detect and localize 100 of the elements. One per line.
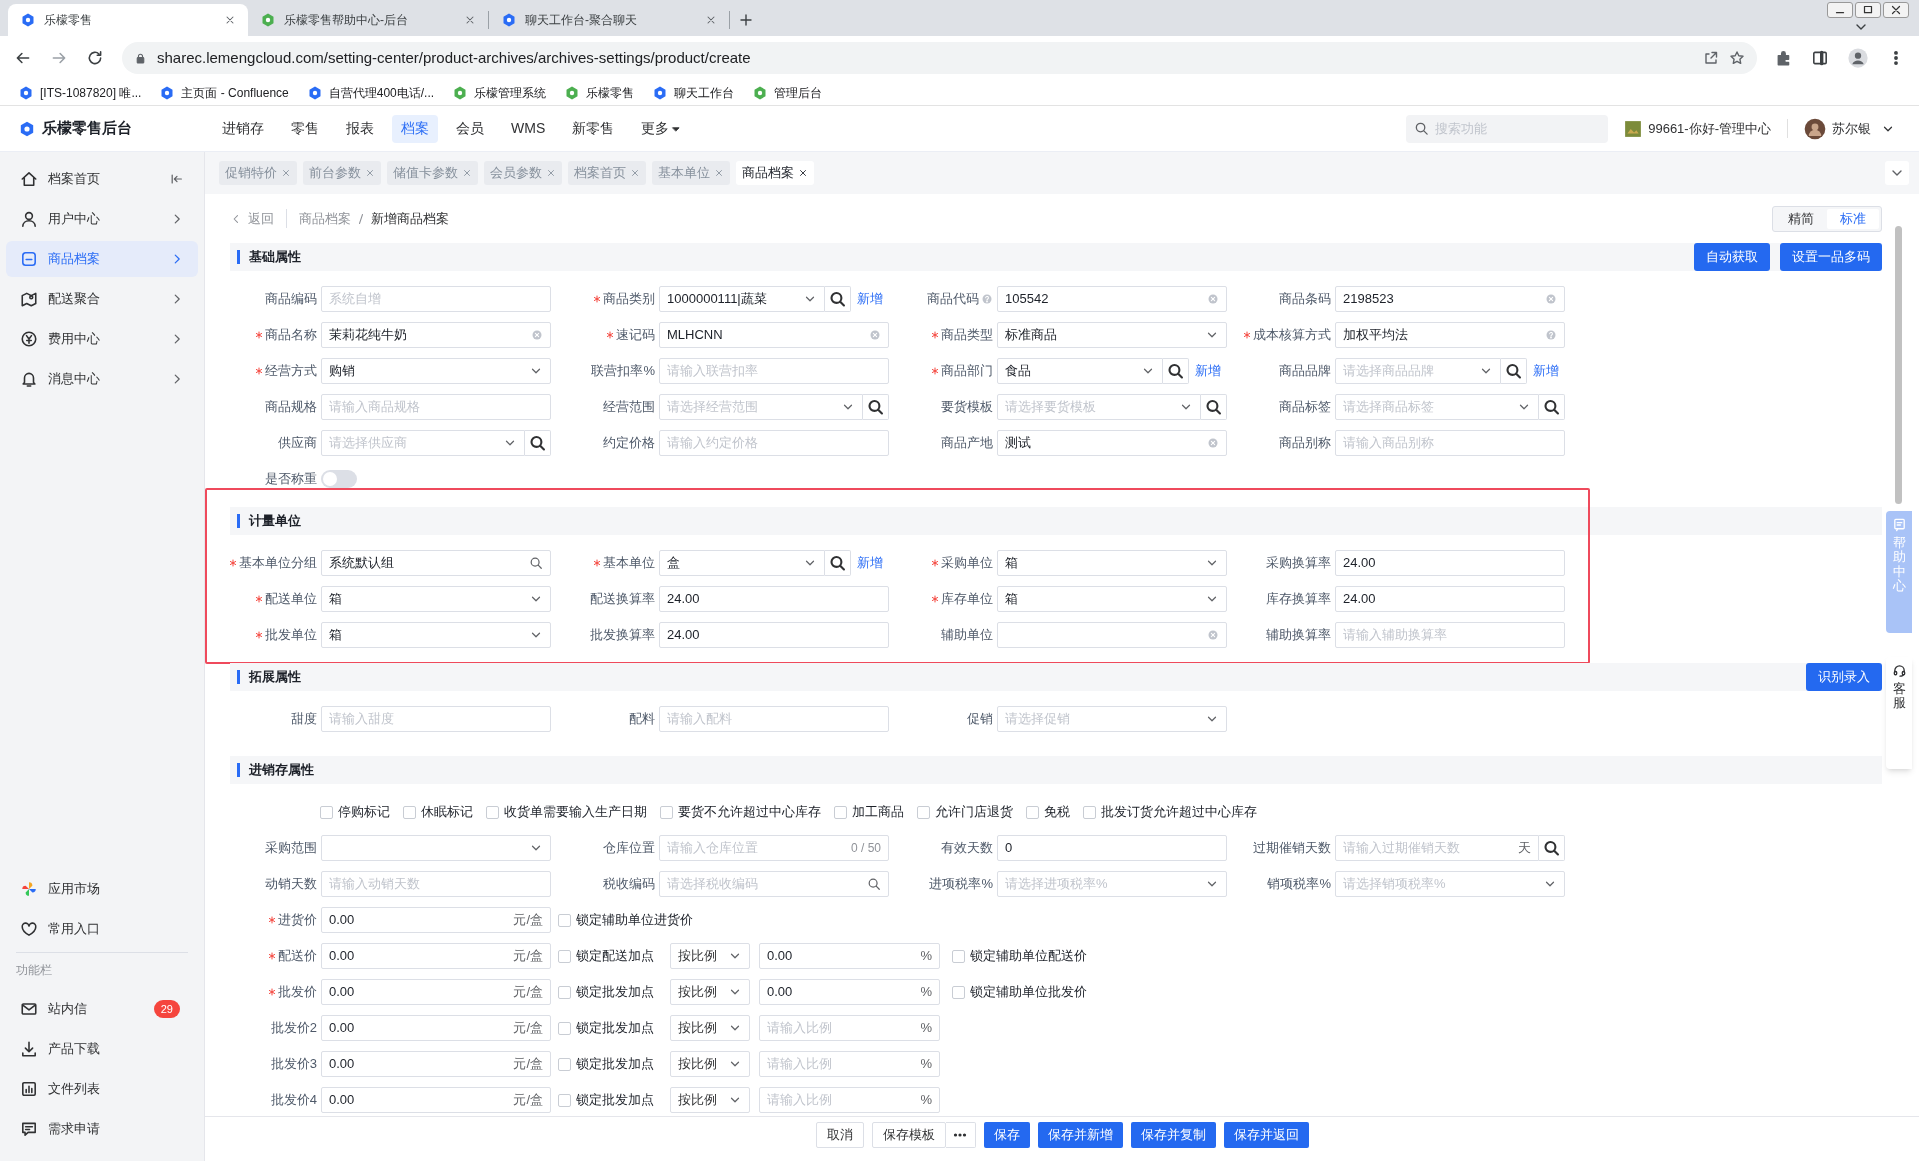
checkbox[interactable] bbox=[660, 805, 673, 819]
ratio-field[interactable]: 请输入比例 % bbox=[759, 1015, 940, 1041]
checkbox-label[interactable]: 收货单需要输入生产日期 bbox=[504, 802, 647, 822]
checkbox[interactable] bbox=[917, 805, 930, 819]
checkbox[interactable] bbox=[558, 949, 571, 963]
checkbox-label[interactable]: 锁定辅助单位配送价 bbox=[970, 946, 1087, 966]
select-field[interactable]: 箱 bbox=[997, 586, 1227, 612]
mode-select[interactable]: 按比例 bbox=[670, 979, 750, 1005]
mode-select[interactable]: 按比例 bbox=[670, 943, 750, 969]
save-button[interactable]: 保存 bbox=[983, 1122, 1030, 1148]
sidebar-item[interactable]: 应用市场 bbox=[6, 871, 198, 907]
bookmark-link[interactable]: 聊天工作台 bbox=[652, 83, 735, 102]
add-link[interactable]: 新增 bbox=[1527, 361, 1565, 381]
save-button[interactable]: 保存并新增 bbox=[1037, 1122, 1123, 1148]
input-field[interactable]: 测试 bbox=[997, 430, 1227, 456]
sidebar-item[interactable]: 常用入口 bbox=[6, 911, 198, 947]
star-icon[interactable] bbox=[1729, 50, 1745, 66]
select-field[interactable]: 1000000111|蔬菜 bbox=[659, 286, 825, 312]
checkbox-label[interactable]: 休眠标记 bbox=[421, 802, 473, 822]
view-toggle-option[interactable]: 标准 bbox=[1827, 208, 1879, 229]
checkbox[interactable] bbox=[1083, 805, 1096, 819]
ratio-field[interactable]: 请输入比例 % bbox=[759, 1087, 940, 1113]
checkbox[interactable] bbox=[1026, 805, 1039, 819]
input-field[interactable]: 0 bbox=[997, 835, 1227, 861]
search-icon[interactable] bbox=[1163, 358, 1189, 384]
page-tab[interactable]: 商品档案 bbox=[736, 161, 814, 185]
nav-tab[interactable]: 会员 bbox=[447, 114, 493, 143]
scrollbar-thumb[interactable] bbox=[1895, 226, 1902, 504]
mode-select[interactable]: 按比例 bbox=[670, 1015, 750, 1041]
reload-icon[interactable] bbox=[86, 49, 104, 67]
checkbox[interactable] bbox=[403, 805, 416, 819]
browser-tab[interactable]: 乐檬零售 bbox=[8, 4, 248, 36]
checkbox[interactable] bbox=[558, 1093, 571, 1107]
sidebar-item[interactable]: 配送聚合 bbox=[6, 281, 198, 317]
checkbox-label[interactable]: 锁定辅助单位进货价 bbox=[576, 910, 693, 930]
bookmark-link[interactable]: [ITS-1087820] 唯... bbox=[18, 83, 142, 102]
nav-tab[interactable]: 档案 bbox=[392, 114, 438, 143]
input-field[interactable]: 24.00 bbox=[659, 622, 889, 648]
checkbox-label[interactable]: 锁定批发加点 bbox=[576, 1018, 654, 1038]
input-field[interactable] bbox=[997, 622, 1227, 648]
input-field[interactable]: 茉莉花纯牛奶 bbox=[321, 322, 551, 348]
sidebar-item[interactable]: 文件列表 bbox=[6, 1071, 198, 1107]
service-tab[interactable]: 客服 bbox=[1886, 657, 1912, 769]
search-field[interactable]: 系统默认组 bbox=[321, 550, 551, 576]
ratio-field[interactable]: 0.00 % bbox=[759, 943, 940, 969]
checkbox[interactable] bbox=[486, 805, 499, 819]
search-icon[interactable] bbox=[525, 430, 551, 456]
input-field[interactable]: 105542 bbox=[997, 286, 1227, 312]
price-field[interactable]: 0.00 元/盒 bbox=[321, 1087, 551, 1113]
bookmark-link[interactable]: 主页面 - Confluence bbox=[159, 83, 289, 102]
price-field[interactable]: 0.00 元/盒 bbox=[321, 1051, 551, 1077]
action-button[interactable]: 识别录入 bbox=[1806, 663, 1882, 691]
sidebar-item[interactable]: 档案首页 bbox=[6, 161, 198, 197]
input-field[interactable]: MLHCNN bbox=[659, 322, 889, 348]
ratio-field[interactable]: 请输入比例 % bbox=[759, 1051, 940, 1077]
bookmark-link[interactable]: 管理后台 bbox=[752, 83, 823, 102]
save-button[interactable]: 保存并复制 bbox=[1130, 1122, 1216, 1148]
input-field[interactable]: 24.00 bbox=[1335, 550, 1565, 576]
action-button[interactable]: 设置一品多码 bbox=[1780, 243, 1882, 271]
add-link[interactable]: 新增 bbox=[1189, 361, 1227, 381]
search-icon[interactable] bbox=[1539, 835, 1565, 861]
clear-icon[interactable] bbox=[1545, 293, 1557, 305]
bookmark-link[interactable]: 自营代理400电话/... bbox=[306, 83, 435, 102]
browser-tab[interactable]: 乐檬零售帮助中心-后台 bbox=[248, 4, 488, 36]
profile-icon[interactable] bbox=[1847, 47, 1869, 69]
footer-button[interactable]: 保存模板 bbox=[871, 1122, 946, 1148]
browser-tab[interactable]: 聊天工作台-聚合聊天 bbox=[489, 4, 729, 36]
add-link[interactable]: 新增 bbox=[851, 289, 889, 309]
more-button[interactable] bbox=[945, 1122, 976, 1148]
checkbox[interactable] bbox=[952, 949, 965, 963]
ratio-field[interactable]: 0.00 % bbox=[759, 979, 940, 1005]
checkbox[interactable] bbox=[558, 1057, 571, 1071]
input-field[interactable]: 2198523 bbox=[1335, 286, 1565, 312]
select-field[interactable] bbox=[321, 835, 551, 861]
price-field[interactable]: 0.00 元/盒 bbox=[321, 1015, 551, 1041]
input-field[interactable]: 加权平均法 bbox=[1335, 322, 1565, 348]
checkbox[interactable] bbox=[558, 1021, 571, 1035]
close-icon[interactable] bbox=[1883, 2, 1909, 18]
checkbox[interactable] bbox=[952, 985, 965, 999]
select-field[interactable]: 箱 bbox=[321, 586, 551, 612]
action-button[interactable]: 自动获取 bbox=[1694, 243, 1770, 271]
bookmark-link[interactable]: 乐檬管理系统 bbox=[452, 83, 547, 102]
select-field[interactable]: 食品 bbox=[997, 358, 1163, 384]
checkbox-label[interactable]: 加工商品 bbox=[852, 802, 904, 822]
clear-icon[interactable] bbox=[1207, 629, 1219, 641]
checkbox-label[interactable]: 锁定配送加点 bbox=[576, 946, 654, 966]
footer-button[interactable]: 取消 bbox=[815, 1122, 864, 1148]
sidebar-item[interactable]: 需求申请 bbox=[6, 1111, 198, 1147]
checkbox-label[interactable]: 锁定辅助单位批发价 bbox=[970, 982, 1087, 1002]
share-icon[interactable] bbox=[1703, 50, 1719, 66]
add-link[interactable]: 新增 bbox=[851, 553, 889, 573]
nav-tab[interactable]: 报表 bbox=[337, 114, 383, 143]
search-icon[interactable] bbox=[825, 550, 851, 576]
price-field[interactable]: 0.00 元/盒 bbox=[321, 907, 551, 933]
nav-tab[interactable]: WMS bbox=[502, 114, 555, 143]
new-tab-icon[interactable] bbox=[738, 12, 754, 28]
search-icon[interactable] bbox=[863, 394, 889, 420]
checkbox-label[interactable]: 要货不允许超过中心库存 bbox=[678, 802, 821, 822]
chevron-down-icon[interactable] bbox=[1885, 161, 1909, 185]
select-field[interactable]: 箱 bbox=[997, 550, 1227, 576]
